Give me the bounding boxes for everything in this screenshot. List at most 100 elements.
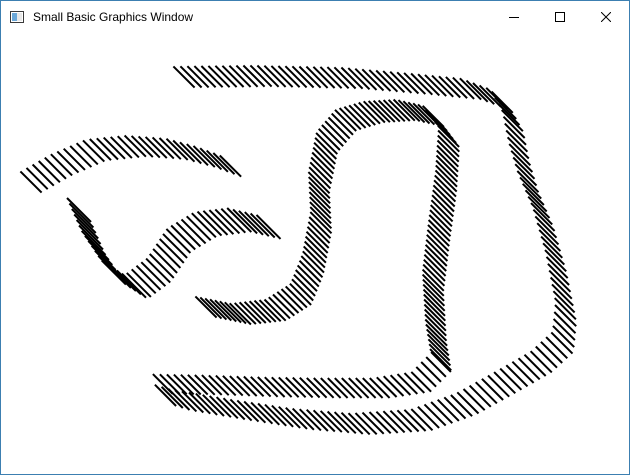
hatch-stroke (25, 167, 49, 190)
hatch-stroke (540, 341, 563, 364)
hatch-stroke (425, 239, 449, 262)
hatch-stroke (426, 234, 449, 257)
hatch-stroke (179, 141, 202, 165)
hatch-stroke (462, 388, 486, 411)
hatch-stroke (456, 391, 480, 415)
hatch-stroke (195, 392, 218, 416)
app-icon (9, 9, 25, 25)
hatch-stroke (303, 240, 327, 264)
hatch-stroke (506, 136, 530, 160)
hatch-stroke (540, 235, 564, 259)
hatch-stroke (538, 229, 562, 252)
hatch-stroke (243, 301, 267, 324)
hatch-stroke (121, 272, 147, 299)
hatch-stroke (19, 170, 43, 194)
hatch-stroke (44, 156, 67, 180)
hatch-stroke (56, 150, 80, 174)
hatch-stroke (50, 153, 73, 177)
hatch-stroke (312, 146, 336, 170)
hatch-stroke (536, 222, 560, 246)
hatch-stroke (420, 361, 442, 383)
hatch-stroke (222, 397, 246, 421)
hatch-stroke (236, 399, 260, 423)
hatch-stroke (487, 374, 510, 398)
hatch-stroke (310, 156, 334, 180)
hatch-stroke (271, 404, 294, 428)
hatch-stroke (432, 184, 456, 208)
graphics-canvas[interactable] (1, 32, 629, 474)
window-title: Small Basic Graphics Window (33, 9, 194, 24)
hatch-stroke (544, 249, 567, 273)
hatch-stroke (423, 253, 447, 277)
hatch-stroke (499, 367, 523, 391)
close-button[interactable] (583, 1, 629, 32)
hatch-stroke (545, 256, 569, 279)
hatch-stroke (257, 402, 281, 426)
hatch-stroke (511, 360, 535, 384)
hatch-stroke (258, 299, 282, 323)
hatch-stroke (430, 199, 454, 223)
hatch-stroke (253, 299, 277, 323)
hatch-stroke (215, 396, 239, 420)
hatch-stroke (510, 150, 534, 173)
close-icon (601, 11, 611, 22)
hatch-stroke (545, 336, 569, 360)
hatch-stroke (508, 143, 532, 167)
hatch-stroke (430, 401, 454, 424)
hatch-stroke (428, 214, 452, 237)
hatch-stroke (314, 137, 338, 160)
hatch-stroke (106, 263, 132, 289)
window-controls (491, 1, 629, 32)
hatch-stroke (423, 403, 447, 427)
hatch-stroke (542, 242, 566, 266)
hatch-stroke (87, 240, 114, 266)
hatch-stroke (436, 398, 460, 422)
hatch-stroke (424, 244, 448, 267)
hatch-stroke (494, 96, 517, 120)
hatch-stroke (505, 129, 529, 153)
hatch-stroke (415, 366, 437, 388)
hatch-stroke (429, 209, 452, 233)
hatch-stroke (202, 394, 225, 417)
hatch-stroke (31, 163, 55, 187)
hatch-stroke (433, 179, 457, 203)
hatch-stroke (307, 221, 331, 244)
hatch-stroke (425, 356, 447, 378)
hatch-stroke (549, 276, 573, 300)
hatch-stroke (424, 248, 447, 272)
hatch-stroke (69, 145, 93, 168)
track-drawing (19, 64, 577, 436)
hatch-stroke (243, 400, 267, 424)
hatch-stroke (188, 391, 211, 415)
hatch-stroke (305, 230, 329, 254)
hatch-stroke (547, 263, 570, 286)
hatch-stroke (250, 401, 274, 425)
hatch-stroke (534, 215, 558, 239)
hatch-stroke (304, 235, 328, 259)
minimize-icon (509, 16, 519, 18)
minimize-button[interactable] (491, 1, 537, 32)
maximize-button[interactable] (537, 1, 583, 32)
hatch-stroke (313, 141, 337, 165)
hatch-stroke (426, 229, 450, 252)
hatch-stroke (264, 403, 287, 427)
title-bar[interactable]: Small Basic Graphics Window (1, 1, 629, 32)
hatch-stroke (474, 381, 498, 405)
hatch-stroke (186, 143, 209, 167)
hatch-stroke (431, 194, 455, 218)
hatch-stroke (285, 406, 308, 430)
hatch-stroke (529, 350, 553, 374)
hatch-stroke (101, 259, 127, 286)
hatch-stroke (481, 378, 504, 401)
hatch-stroke (548, 269, 572, 293)
hatch-stroke (37, 160, 61, 184)
hatch-stroke (552, 290, 576, 314)
hatch-stroke (505, 364, 529, 388)
hatch-stroke (504, 122, 527, 146)
hatch-stroke (551, 283, 574, 307)
hatch-stroke (309, 161, 333, 185)
maximize-icon (555, 11, 565, 22)
hatch-stroke (311, 151, 335, 175)
hatch-stroke (432, 189, 455, 213)
hatch-stroke (429, 204, 453, 228)
